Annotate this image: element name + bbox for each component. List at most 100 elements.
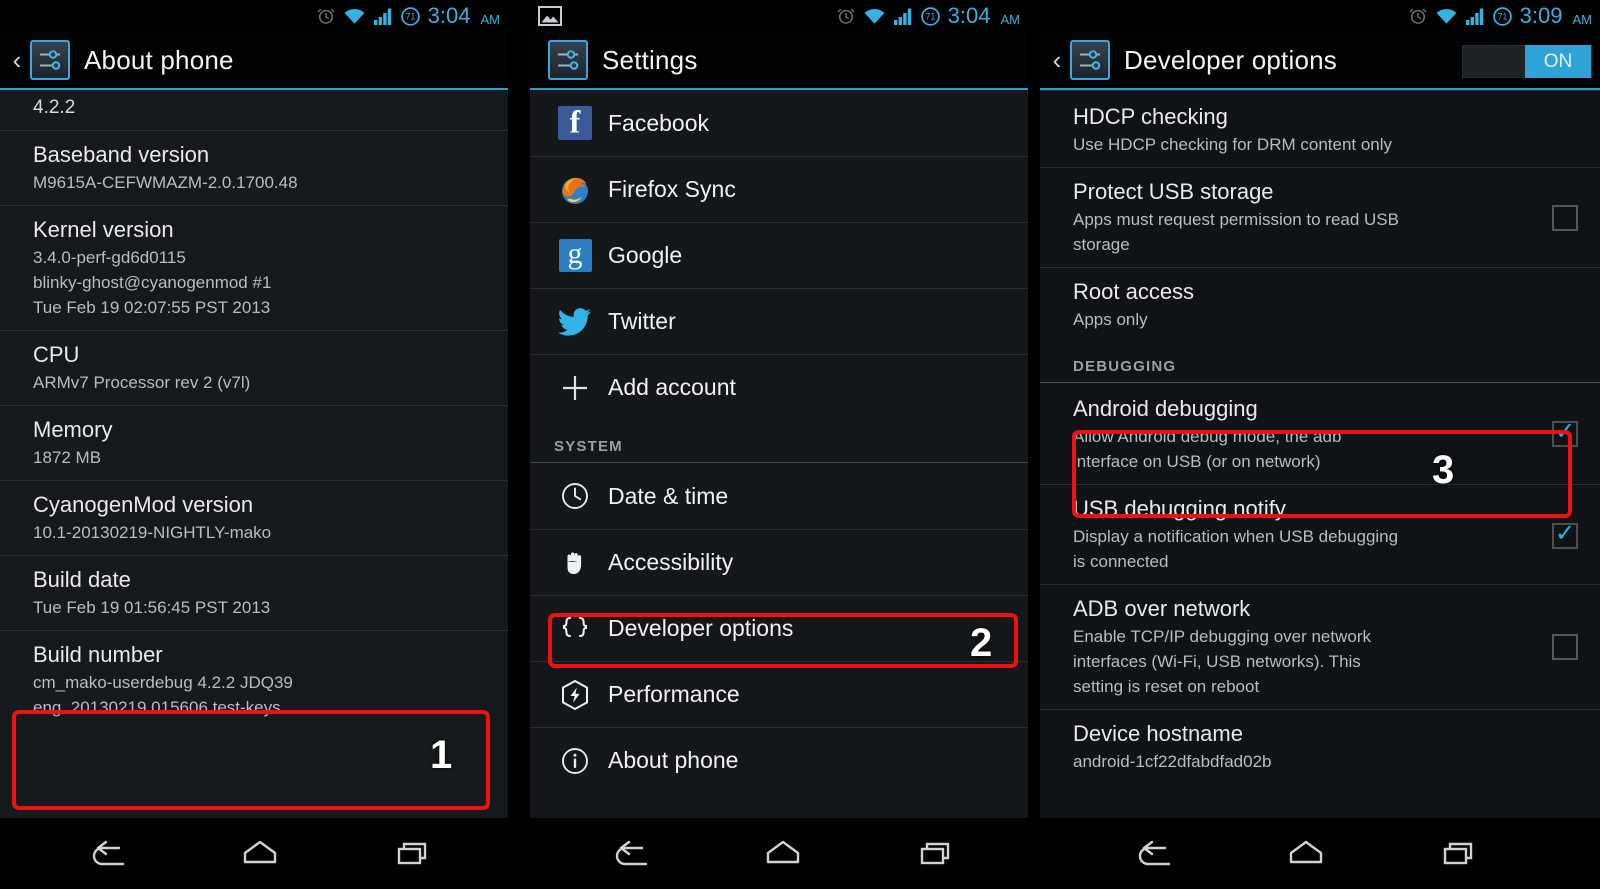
home-icon[interactable] (184, 837, 336, 871)
list-item-partial-top[interactable]: 4.2.2 (0, 90, 508, 130)
status-time: 3:09 (1519, 3, 1563, 28)
panel-divider-2 (1028, 0, 1040, 818)
list-item-kernel-version[interactable]: Kernel version 3.4.0-perf-gd6d0115 blink… (0, 205, 508, 330)
action-bar-developer-options: ‹ Developer options ON (1040, 32, 1600, 90)
up-chevron-icon[interactable]: ‹ (6, 47, 28, 73)
settings-item-label: Firefox Sync (608, 176, 736, 202)
settings-item-developer-options[interactable]: Developer options (530, 595, 1028, 661)
row-sub: interfaces (Wi-Fi, USB networks). This (1073, 652, 1361, 671)
list-item-build-date[interactable]: Build date Tue Feb 19 01:56:45 PST 2013 (0, 555, 508, 630)
row-sub: Use HDCP checking for DRM content only (1073, 135, 1393, 154)
back-icon[interactable] (1078, 837, 1230, 871)
settings-item-performance[interactable]: Performance (530, 661, 1028, 727)
settings-app-icon (30, 40, 70, 80)
dev-item-android-debugging[interactable]: Android debugging Allow Android debug mo… (1040, 383, 1600, 484)
dev-item-device-hostname[interactable]: Device hostname android-1cf22dfabdfad02b (1040, 709, 1600, 784)
signal-icon (1465, 7, 1485, 26)
row-sub: Enable TCP/IP debugging over network (1073, 627, 1372, 646)
list-item-cpu[interactable]: CPU ARMv7 Processor rev 2 (v7l) (0, 330, 508, 405)
dev-item-protect-usb-storage[interactable]: Protect USB storage Apps must request pe… (1040, 167, 1600, 267)
row-title: HDCP checking (1073, 104, 1228, 129)
settings-item-label: Developer options (608, 615, 794, 641)
checkbox-usb-debugging-notify[interactable]: ✓ (1552, 522, 1578, 549)
row-title: Protect USB storage (1073, 179, 1274, 204)
row-sub: ARMv7 Processor rev 2 (v7l) (33, 373, 251, 392)
settings-item-label: Twitter (608, 308, 676, 334)
dev-item-usb-debugging-notify[interactable]: USB debugging notify Display a notificat… (1040, 484, 1600, 584)
settings-item-accessibility[interactable]: Accessibility (530, 529, 1028, 595)
dev-item-adb-over-network[interactable]: ADB over network Enable TCP/IP debugging… (1040, 584, 1600, 709)
row-title: CyanogenMod version (33, 492, 254, 517)
android-version-value: 4.2.2 (33, 97, 76, 118)
list-item-cyanogenmod-version[interactable]: CyanogenMod version 10.1-20130219-NIGHTL… (0, 480, 508, 555)
row-title: Build number (33, 642, 163, 667)
wifi-icon (343, 7, 366, 26)
twitter-icon (552, 307, 598, 337)
dev-item-hdcp-checking[interactable]: HDCP checking Use HDCP checking for DRM … (1040, 90, 1600, 167)
alarm-icon (316, 6, 336, 26)
row-title: Device hostname (1073, 721, 1243, 746)
battery-level: 71 (925, 11, 935, 21)
settings-item-facebook[interactable]: Facebook (530, 90, 1028, 156)
plus-icon (552, 373, 598, 403)
developer-options-toggle[interactable]: ON (1462, 45, 1592, 78)
settings-list[interactable]: Facebook Firefox Sync Google (530, 90, 1028, 818)
status-time: 3:04 (947, 3, 991, 28)
facebook-icon (552, 106, 598, 140)
page-title: About phone (84, 44, 234, 75)
row-sub: is connected (1073, 552, 1169, 571)
action-bar-settings: Settings (530, 32, 1028, 90)
dev-item-root-access[interactable]: Root access Apps only (1040, 267, 1600, 342)
back-icon[interactable] (555, 837, 707, 871)
panel-divider-1 (508, 0, 530, 818)
row-sub: 10.1-20130219-NIGHTLY-mako (33, 523, 272, 542)
checkbox-protect-usb-storage[interactable] (1552, 204, 1578, 231)
clock-icon (552, 481, 598, 511)
row-sub: storage (1073, 235, 1130, 254)
row-sub: Allow Android debug mode, the adb (1073, 427, 1342, 446)
list-item-build-number[interactable]: Build number cm_mako-userdebug 4.2.2 JDQ… (0, 630, 508, 730)
row-sub: 1872 MB (33, 448, 102, 467)
step-number-3: 3 (1432, 448, 1455, 492)
checkbox-adb-over-network[interactable] (1552, 634, 1578, 660)
settings-item-google[interactable]: Google (530, 222, 1028, 288)
settings-item-date-time[interactable]: Date & time (530, 463, 1028, 529)
back-icon[interactable] (32, 837, 184, 871)
recents-icon[interactable] (1382, 837, 1534, 871)
firefox-icon (552, 172, 598, 208)
navigation-bar (0, 818, 1600, 889)
list-item-baseband-version[interactable]: Baseband version M9615A-CEFWMAZM-2.0.170… (0, 130, 508, 205)
settings-item-label: Performance (608, 681, 740, 707)
row-title: Android debugging (1073, 396, 1258, 421)
home-icon[interactable] (1230, 837, 1382, 871)
settings-item-about-phone[interactable]: About phone (530, 727, 1028, 793)
gallery-icon (538, 6, 562, 26)
page-title: Settings (602, 44, 698, 75)
wifi-icon (863, 7, 886, 26)
bolt-hexagon-icon (552, 679, 598, 711)
recents-icon[interactable] (336, 837, 488, 871)
settings-item-add-account[interactable]: Add account (530, 354, 1028, 420)
settings-item-twitter[interactable]: Twitter (530, 288, 1028, 354)
info-icon (552, 746, 598, 776)
row-sub: setting is reset on reboot (1073, 677, 1260, 696)
list-item-memory[interactable]: Memory 1872 MB (0, 405, 508, 480)
status-bar-panel2: 71 3:04 AM (530, 0, 1028, 32)
settings-item-label: Date & time (608, 482, 729, 509)
developer-options-list[interactable]: HDCP checking Use HDCP checking for DRM … (1040, 90, 1600, 818)
up-chevron-icon[interactable]: ‹ (1046, 47, 1068, 73)
checkbox-android-debugging[interactable]: ✓ (1552, 419, 1578, 447)
home-icon[interactable] (707, 837, 859, 871)
status-time: 3:04 (427, 3, 471, 28)
nav-group-3 (1078, 818, 1534, 889)
battery-level: 71 (405, 11, 415, 21)
battery-icon: 71 (1492, 6, 1513, 27)
recents-icon[interactable] (859, 837, 1011, 871)
about-phone-list[interactable]: 4.2.2 Baseband version M9615A-CEFWMAZM-2… (0, 90, 508, 818)
row-sub: blinky-ghost@cyanogenmod #1 (33, 273, 272, 292)
status-ampm: AM (1572, 11, 1593, 27)
settings-item-label: Accessibility (608, 549, 734, 575)
settings-item-firefox-sync[interactable]: Firefox Sync (530, 156, 1028, 222)
settings-item-label: Google (608, 242, 683, 268)
settings-app-icon (1070, 40, 1110, 80)
